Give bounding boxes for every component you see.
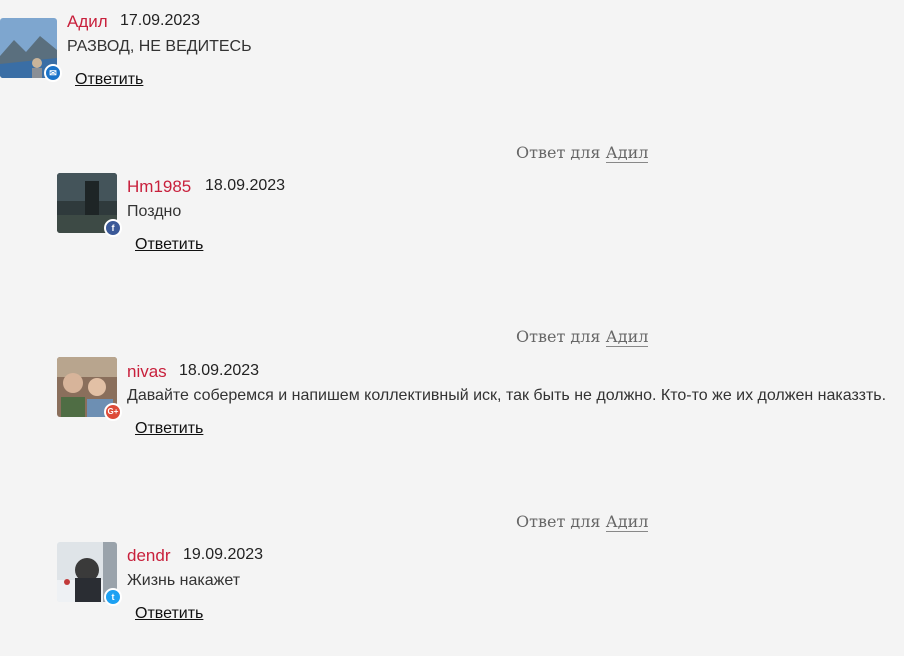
reply-button[interactable]: Ответить bbox=[135, 605, 203, 623]
reply-to-text: Ответ для bbox=[516, 143, 601, 162]
comment-text: Жизнь накажет bbox=[127, 572, 241, 589]
comment-text: РАЗВОД, НЕ ВЕДИТЕСЬ bbox=[67, 38, 252, 55]
comment-author[interactable]: Hm1985 bbox=[127, 177, 191, 197]
facebook-icon: f bbox=[104, 219, 122, 237]
reply-to-author-link[interactable]: Адил bbox=[605, 327, 649, 347]
google-plus-icon: G+ bbox=[104, 403, 122, 421]
comment-date: 17.09.2023 bbox=[120, 12, 201, 29]
comment-date: 18.09.2023 bbox=[179, 362, 260, 379]
reply-button[interactable]: Ответить bbox=[135, 420, 203, 438]
reply-to-text: Ответ для bbox=[516, 327, 601, 346]
comment-date: 18.09.2023 bbox=[205, 177, 286, 194]
comment-text: Поздно bbox=[127, 203, 182, 220]
comment-text: Давайте соберемся и напишем коллективный… bbox=[127, 387, 887, 404]
comment-author[interactable]: dendr bbox=[127, 546, 170, 566]
reply-to-label: Ответ для Адил bbox=[516, 512, 649, 532]
mail-icon: ✉ bbox=[44, 64, 62, 82]
reply-button[interactable]: Ответить bbox=[135, 236, 203, 254]
reply-to-label: Ответ для Адил bbox=[516, 327, 649, 347]
reply-button[interactable]: Ответить bbox=[75, 71, 143, 89]
comment-date: 19.09.2023 bbox=[183, 546, 264, 563]
comment-author[interactable]: Адил bbox=[67, 12, 108, 32]
reply-to-label: Ответ для Адил bbox=[516, 143, 649, 163]
reply-to-author-link[interactable]: Адил bbox=[605, 512, 649, 532]
reply-to-author-link[interactable]: Адил bbox=[605, 143, 649, 163]
comment-author[interactable]: nivas bbox=[127, 362, 167, 382]
reply-to-text: Ответ для bbox=[516, 512, 601, 531]
twitter-icon: t bbox=[104, 588, 122, 606]
